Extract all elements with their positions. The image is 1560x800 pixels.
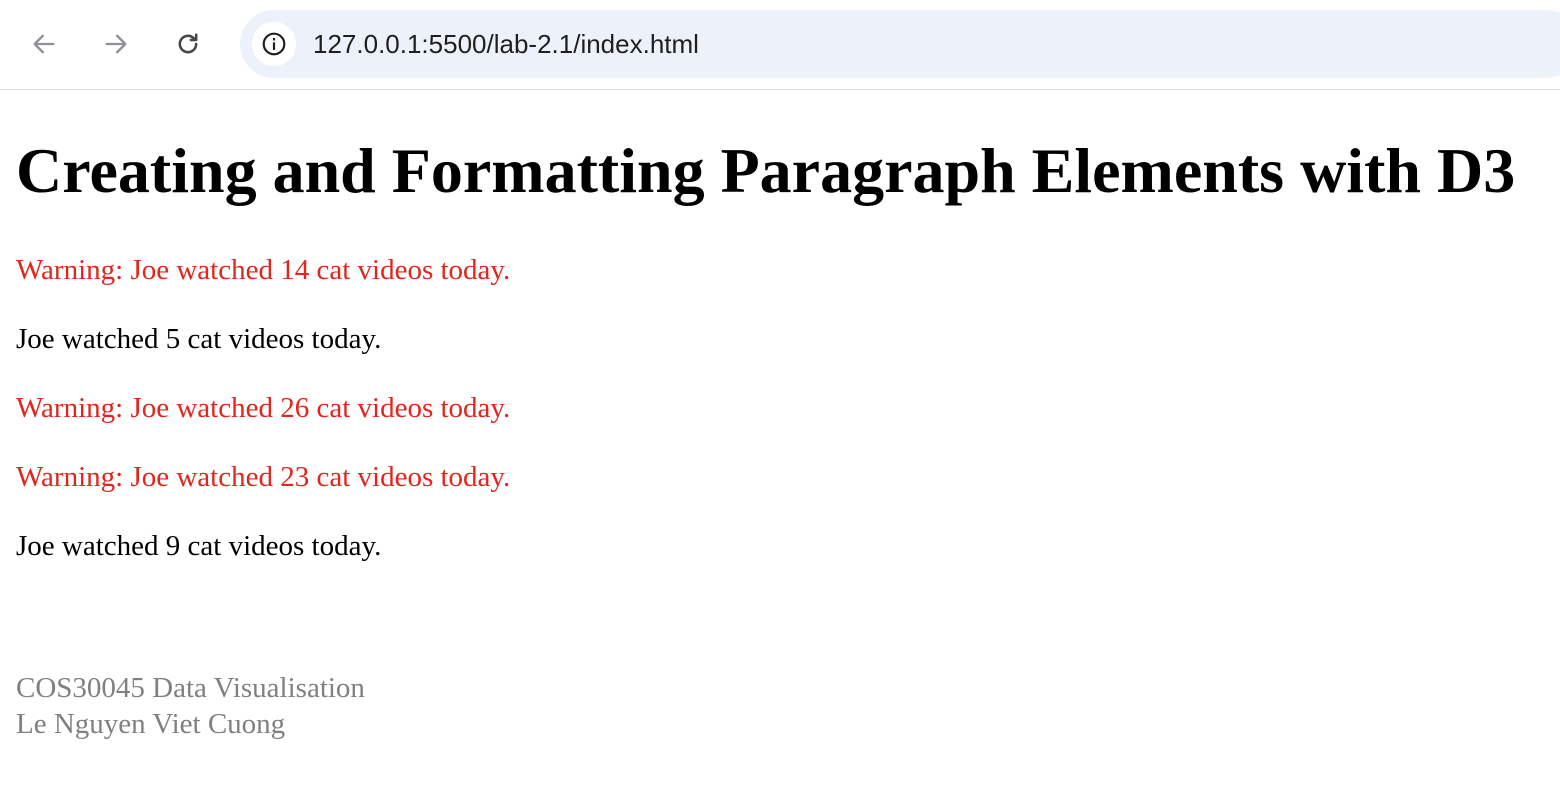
forward-button[interactable] [94, 22, 138, 66]
browser-toolbar: 127.0.0.1:5500/lab-2.1/index.html [0, 0, 1560, 90]
paragraph-warning-26: Warning: Joe watched 26 cat videos today… [16, 392, 511, 424]
arrow-left-icon [33, 34, 55, 54]
reload-icon [178, 33, 198, 54]
info-icon [262, 32, 286, 56]
paragraph-normal-9: Joe watched 9 cat videos today. [16, 530, 382, 562]
address-bar[interactable]: 127.0.0.1:5500/lab-2.1/index.html [240, 10, 1560, 78]
page-title: Creating and Formatting Paragraph Elemen… [16, 135, 1516, 206]
paragraph-normal-5: Joe watched 5 cat videos today. [16, 323, 382, 355]
site-info-button[interactable] [252, 22, 296, 66]
arrow-right-icon [105, 34, 127, 54]
paragraph-warning-23: Warning: Joe watched 23 cat videos today… [16, 461, 511, 493]
footer-course: COS30045 Data Visualisation [16, 672, 365, 704]
reload-button[interactable] [166, 22, 210, 66]
page-content: Creating and Formatting Paragraph Elemen… [0, 91, 1560, 800]
back-button[interactable] [22, 22, 66, 66]
paragraph-warning-14: Warning: Joe watched 14 cat videos today… [16, 254, 511, 286]
footer-author: Le Nguyen Viet Cuong [16, 708, 286, 740]
footer: COS30045 Data Visualisation Le Nguyen Vi… [16, 670, 365, 742]
url-text[interactable]: 127.0.0.1:5500/lab-2.1/index.html [313, 10, 699, 78]
